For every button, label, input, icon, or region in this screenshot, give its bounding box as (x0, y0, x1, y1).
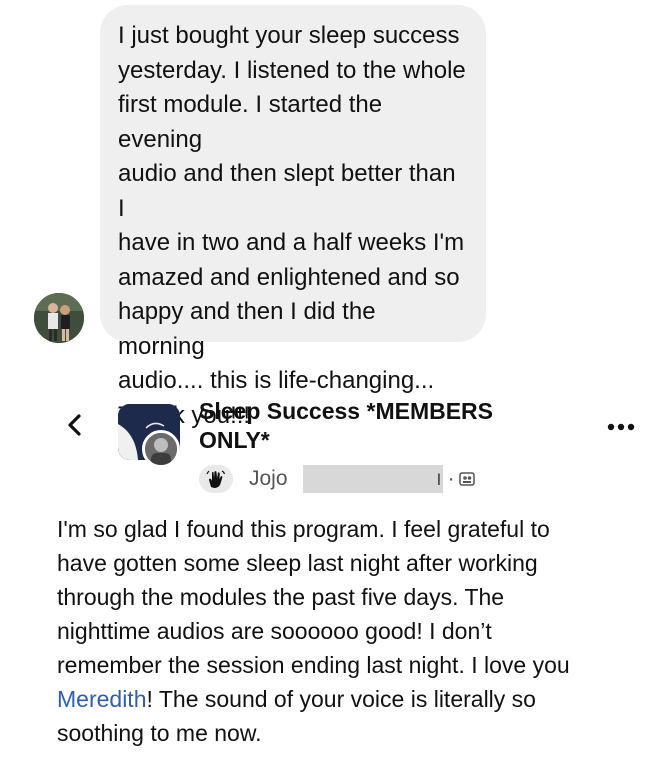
back-button[interactable] (64, 414, 86, 436)
post-meta: Jojo ı · (199, 465, 499, 493)
group-name[interactable]: Sleep Success *MEMBERS ONLY* (199, 397, 529, 455)
meta-suffix: ı · (436, 467, 455, 490)
post-line: nighttime audios are soooooo good! I don… (57, 618, 492, 644)
group-name-line: Sleep Success *MEMBERS (199, 398, 494, 424)
message-line: have in two and a half weeks I'm (118, 229, 465, 256)
message-line: yesterday. I listened to the whole (118, 56, 466, 84)
message-line: happy and then I did the morning (118, 298, 376, 360)
message-line: I just bought your sleep success (118, 22, 460, 49)
post-line-with-mention: Meredith! The sound of your voice is lit… (57, 682, 637, 716)
message-line: audio and then slept better than I (118, 160, 456, 222)
message-line: amazed and enlightened and so (118, 263, 460, 291)
post-line: I'm so glad I found this program. I feel… (57, 516, 550, 542)
waving-hand-icon (199, 465, 233, 493)
more-options-icon (607, 423, 635, 431)
group-avatar[interactable] (118, 404, 180, 468)
author-name[interactable]: Jojo (249, 466, 288, 492)
post-text: ! The sound of your voice is literally s… (146, 686, 536, 712)
group-audience-icon (458, 472, 475, 486)
message-line: audio.... this is life-changing... (118, 367, 435, 394)
sender-avatar[interactable] (34, 293, 84, 343)
chevron-left-icon (68, 414, 81, 436)
post-line: remember the session ending last night. … (57, 652, 570, 678)
post-body: I'm so glad I found this program. I feel… (57, 512, 637, 750)
post-line: have gotten some sleep last night after … (57, 550, 538, 576)
group-admin-avatar (142, 430, 180, 468)
group-name-line: ONLY* (199, 427, 270, 453)
post-line: soothing to me now. (57, 720, 262, 746)
message-bubble: I just bought your sleep success yesterd… (100, 5, 486, 429)
mention-link[interactable]: Meredith (57, 686, 146, 712)
redacted-block (303, 465, 443, 493)
post-line: through the modules the past five days. … (57, 584, 505, 610)
message-line: first module. I started the evening (118, 91, 383, 153)
post-meta-tail: ı · (436, 466, 475, 492)
more-options-button[interactable] (606, 420, 636, 434)
